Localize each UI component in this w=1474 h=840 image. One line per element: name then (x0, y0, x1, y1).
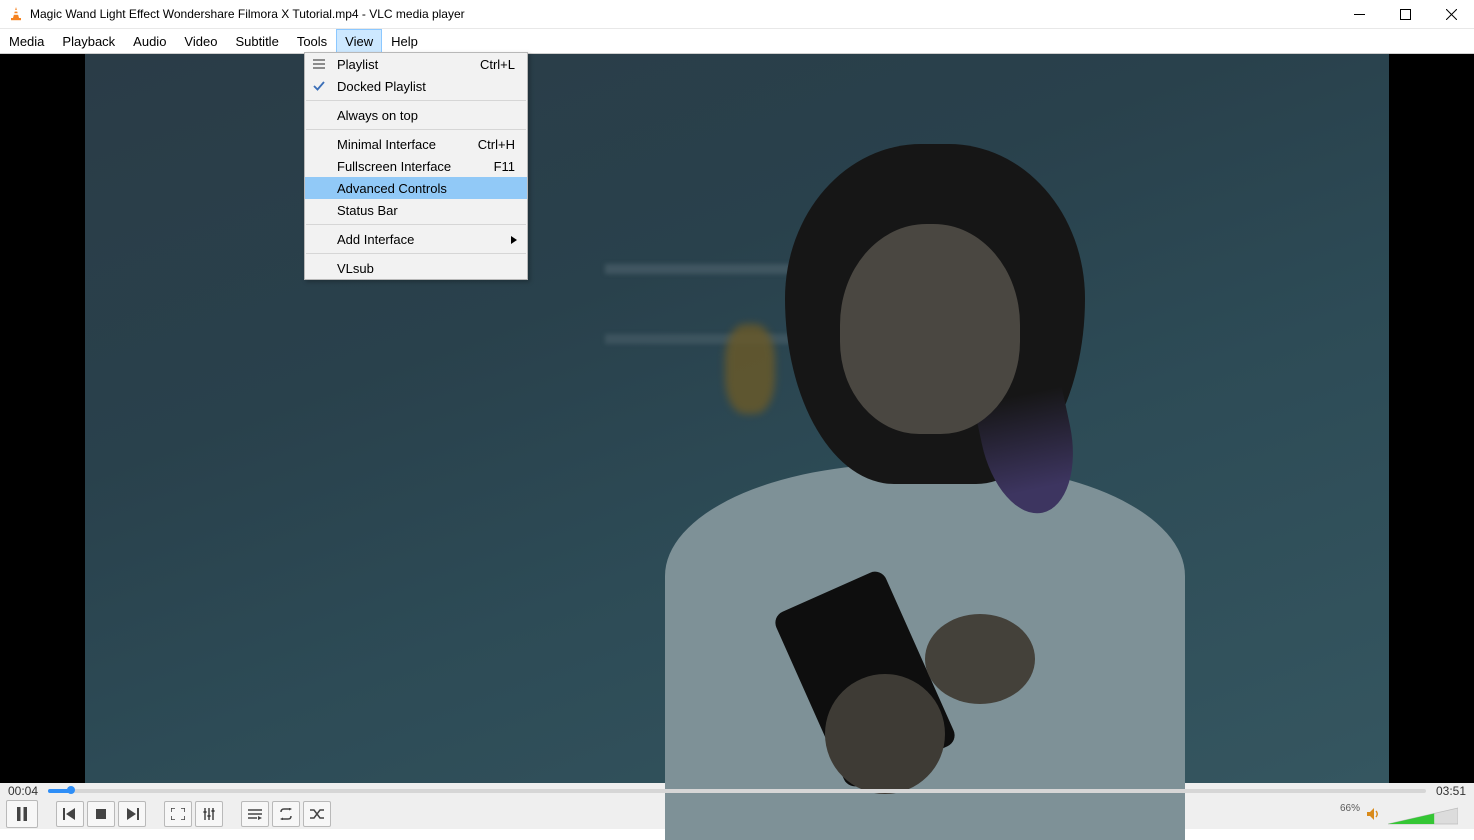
seek-slider[interactable] (48, 788, 1426, 794)
playlist-button[interactable] (241, 801, 269, 827)
stop-button[interactable] (87, 801, 115, 827)
menu-item-label: VLsub (333, 261, 527, 276)
menu-item-advanced-controls[interactable]: Advanced Controls (305, 177, 527, 199)
menu-item-label: Playlist (333, 57, 480, 72)
menu-media[interactable]: Media (0, 29, 53, 53)
total-time: 03:51 (1436, 784, 1466, 798)
elapsed-time: 00:04 (8, 784, 38, 798)
menu-item-playlist[interactable]: PlaylistCtrl+L (305, 53, 527, 75)
maximize-button[interactable] (1382, 0, 1428, 28)
menu-item-docked-playlist[interactable]: Docked Playlist (305, 75, 527, 97)
view-menu-dropdown: PlaylistCtrl+L Docked Playlist Always on t… (304, 52, 528, 280)
menu-separator (306, 253, 526, 254)
menu-help[interactable]: Help (382, 29, 427, 53)
menu-item-label: Advanced Controls (333, 181, 527, 196)
minimize-button[interactable] (1336, 0, 1382, 28)
video-content-placeholder (605, 114, 1225, 783)
previous-button[interactable] (56, 801, 84, 827)
fullscreen-button[interactable] (164, 801, 192, 827)
shuffle-button[interactable] (303, 801, 331, 827)
next-button[interactable] (118, 801, 146, 827)
menu-audio[interactable]: Audio (124, 29, 175, 53)
menu-item-always-on-top[interactable]: Always on top (305, 104, 527, 126)
menu-item-label: Add Interface (333, 232, 511, 247)
menu-item-vlsub[interactable]: VLsub (305, 257, 527, 279)
pause-button[interactable] (6, 800, 38, 828)
submenu-arrow-icon (511, 232, 527, 247)
menu-item-label: Status Bar (333, 203, 527, 218)
menu-item-status-bar[interactable]: Status Bar (305, 199, 527, 221)
extended-settings-button[interactable] (195, 801, 223, 827)
menu-view[interactable]: View (336, 29, 382, 53)
menu-item-label: Fullscreen Interface (333, 159, 494, 174)
menu-item-shortcut: Ctrl+L (480, 57, 527, 72)
menu-playback[interactable]: Playback (53, 29, 124, 53)
menu-item-shortcut: F11 (494, 159, 527, 174)
menubar: MediaPlaybackAudioVideoSubtitleToolsView… (0, 29, 1474, 54)
vlc-cone-icon (8, 6, 24, 22)
speaker-icon[interactable] (1366, 807, 1380, 824)
menu-tools[interactable]: Tools (288, 29, 336, 53)
loop-button[interactable] (272, 801, 300, 827)
menu-item-label: Always on top (333, 108, 527, 123)
close-button[interactable] (1428, 0, 1474, 28)
menu-separator (306, 100, 526, 101)
menu-item-shortcut: Ctrl+H (478, 137, 527, 152)
menu-item-fullscreen-interface[interactable]: Fullscreen InterfaceF11 (305, 155, 527, 177)
window-title: Magic Wand Light Effect Wondershare Film… (30, 7, 465, 21)
menu-subtitle[interactable]: Subtitle (226, 29, 287, 53)
menu-item-label: Minimal Interface (333, 137, 478, 152)
menu-separator (306, 129, 526, 130)
volume-slider[interactable] (1388, 806, 1458, 826)
menu-item-minimal-interface[interactable]: Minimal InterfaceCtrl+H (305, 133, 527, 155)
volume-percent: 66% (1340, 803, 1360, 814)
video-area[interactable] (0, 54, 1474, 783)
menu-item-label: Docked Playlist (333, 79, 527, 94)
menu-item-add-interface[interactable]: Add Interface (305, 228, 527, 250)
titlebar: Magic Wand Light Effect Wondershare Film… (0, 0, 1474, 29)
menu-video[interactable]: Video (175, 29, 226, 53)
check-icon (305, 80, 333, 92)
menu-separator (306, 224, 526, 225)
list-icon (305, 59, 333, 69)
video-frame (85, 54, 1389, 783)
